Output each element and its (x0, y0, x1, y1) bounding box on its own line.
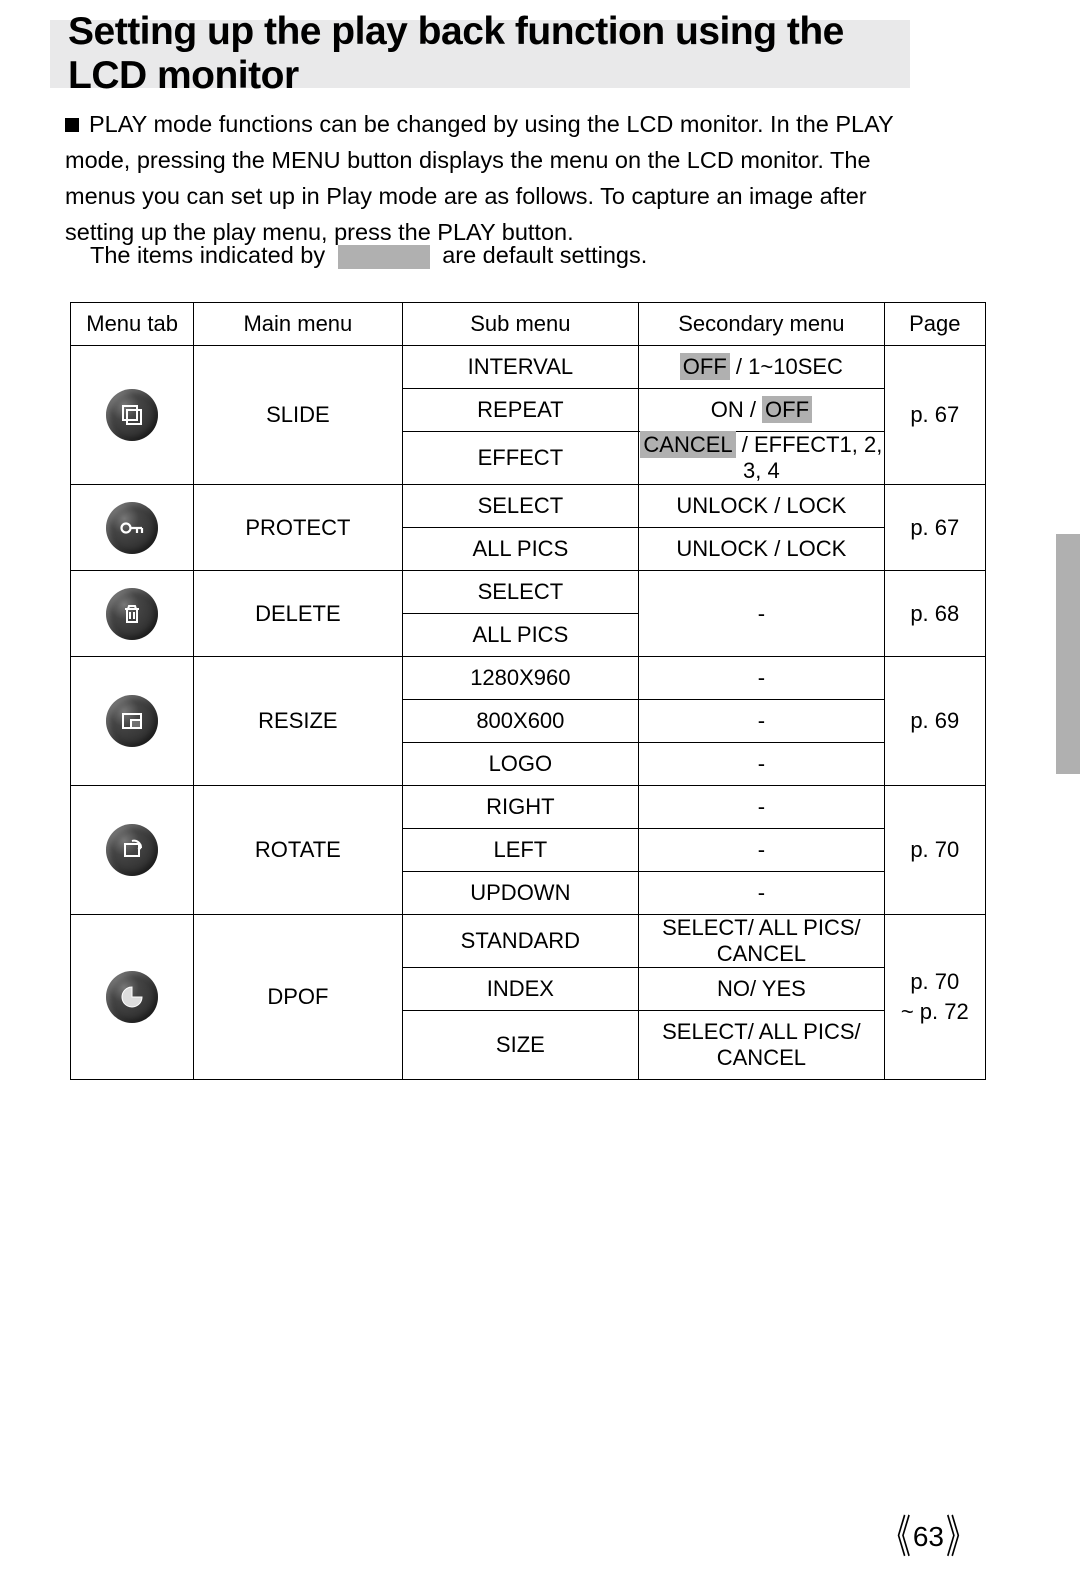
page-title: Setting up the play back function using … (68, 10, 910, 98)
sub-delete-select: SELECT (402, 571, 639, 614)
table-row: DELETE SELECT - p. 68 (71, 571, 986, 614)
th-menu-tab: Menu tab (71, 303, 194, 346)
page-resize: p. 69 (884, 657, 985, 786)
sec-effect: CANCEL / EFFECT1, 2, 3, 4 (639, 432, 884, 485)
sec-repeat-pre: ON / (711, 397, 762, 422)
table-row: DPOF STANDARD SELECT/ ALL PICS/ CANCEL p… (71, 915, 986, 968)
sec-rotate-updown: - (639, 872, 884, 915)
sub-protect-all: ALL PICS (402, 528, 639, 571)
sec-dpof-size: SELECT/ ALL PICS/CANCEL (639, 1011, 884, 1080)
page-number-value: 63 (913, 1521, 944, 1552)
sub-rotate-updown: UPDOWN (402, 872, 639, 915)
sub-rotate-left: LEFT (402, 829, 639, 872)
page-protect: p. 67 (884, 485, 985, 571)
main-delete: DELETE (194, 571, 402, 657)
sub-dpof-size: SIZE (402, 1011, 639, 1080)
table-row: SLIDE INTERVAL OFF / 1~10SEC p. 67 (71, 346, 986, 389)
hl-cancel: CANCEL (640, 431, 735, 458)
sec-interval: OFF / 1~10SEC (639, 346, 884, 389)
sub-protect-select: SELECT (402, 485, 639, 528)
side-thumb-tab (1056, 534, 1080, 774)
sec-protect-all: UNLOCK / LOCK (639, 528, 884, 571)
trash-icon (106, 588, 158, 640)
th-page: Page (884, 303, 985, 346)
sub-dpof-index: INDEX (402, 968, 639, 1011)
sec-delete: - (639, 571, 884, 657)
default-swatch-icon (338, 245, 430, 269)
page-number: 《63》 (0, 1515, 1000, 1555)
icon-cell-resize (71, 657, 194, 786)
sec-effect-rest: / EFFECT1, 2, 3, 4 (736, 432, 883, 483)
sec-protect-select: UNLOCK / LOCK (639, 485, 884, 528)
page-delete: p. 68 (884, 571, 985, 657)
main-dpof: DPOF (194, 915, 402, 1080)
table-header-row: Menu tab Main menu Sub menu Secondary me… (71, 303, 986, 346)
page-rotate: p. 70 (884, 786, 985, 915)
title-bar: Setting up the play back function using … (50, 20, 910, 88)
resize-icon (106, 695, 158, 747)
bracket-right-icon: 》 (946, 1503, 974, 1567)
icon-cell-rotate (71, 786, 194, 915)
sub-effect: EFFECT (402, 432, 639, 485)
icon-cell-protect (71, 485, 194, 571)
key-icon (106, 502, 158, 554)
sec-resize-logo: - (639, 743, 884, 786)
main-slide: SLIDE (194, 346, 402, 485)
slide-icon (106, 389, 158, 441)
sub-delete-all: ALL PICS (402, 614, 639, 657)
table-row: RESIZE 1280X960 - p. 69 (71, 657, 986, 700)
dpof-icon (106, 971, 158, 1023)
sec-resize-1280: - (639, 657, 884, 700)
sub-resize-800: 800X600 (402, 700, 639, 743)
sec-rotate-right: - (639, 786, 884, 829)
th-main: Main menu (194, 303, 402, 346)
hl-off: OFF (680, 353, 730, 380)
th-sec: Secondary menu (639, 303, 884, 346)
sub-interval: INTERVAL (402, 346, 639, 389)
sec-repeat: ON / OFF (639, 389, 884, 432)
sub-resize-logo: LOGO (402, 743, 639, 786)
sec-dpof-standard: SELECT/ ALL PICS/ CANCEL (639, 915, 884, 968)
default-note-post: are default settings. (442, 242, 647, 268)
square-bullet-icon (65, 118, 79, 132)
sec-resize-800: - (639, 700, 884, 743)
menu-table: Menu tab Main menu Sub menu Secondary me… (70, 302, 986, 1080)
intro-paragraph: PLAY mode functions can be changed by us… (65, 106, 905, 250)
main-resize: RESIZE (194, 657, 402, 786)
icon-cell-slide (71, 346, 194, 485)
sub-resize-1280: 1280X960 (402, 657, 639, 700)
page-dpof-1: p. 70 (910, 969, 959, 994)
default-note-pre: The items indicated by (90, 242, 325, 268)
sub-rotate-right: RIGHT (402, 786, 639, 829)
intro-text: PLAY mode functions can be changed by us… (65, 111, 893, 245)
main-rotate: ROTATE (194, 786, 402, 915)
sub-repeat: REPEAT (402, 389, 639, 432)
page-dpof-2: ~ p. 72 (901, 999, 969, 1024)
hl-off2: OFF (762, 396, 812, 423)
default-settings-note: The items indicated by are default setti… (90, 242, 647, 269)
page-slide: p. 67 (884, 346, 985, 485)
table-row: PROTECT SELECT UNLOCK / LOCK p. 67 (71, 485, 986, 528)
sec-dpof-index: NO/ YES (639, 968, 884, 1011)
table-row: ROTATE RIGHT - p. 70 (71, 786, 986, 829)
bracket-left-icon: 《 (883, 1503, 911, 1567)
sec-rotate-left: - (639, 829, 884, 872)
th-sub: Sub menu (402, 303, 639, 346)
page-dpof: p. 70 ~ p. 72 (884, 915, 985, 1080)
main-protect: PROTECT (194, 485, 402, 571)
sub-dpof-standard: STANDARD (402, 915, 639, 968)
icon-cell-dpof (71, 915, 194, 1080)
rotate-icon (106, 824, 158, 876)
sec-interval-rest: / 1~10SEC (730, 354, 843, 379)
icon-cell-delete (71, 571, 194, 657)
